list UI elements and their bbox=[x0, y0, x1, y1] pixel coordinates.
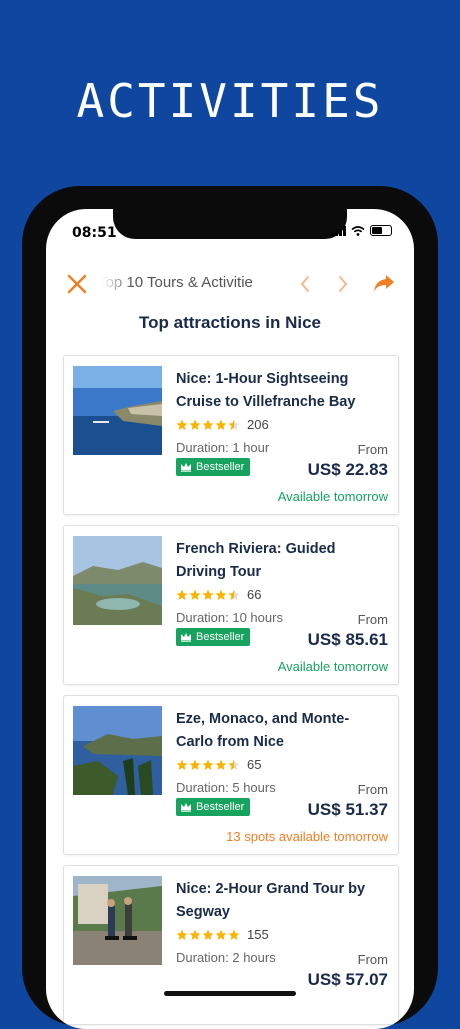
bestseller-badge: Bestseller bbox=[176, 628, 251, 646]
rating: 155 bbox=[176, 927, 269, 942]
star-rating bbox=[176, 419, 240, 431]
nav-title-fade-left bbox=[102, 265, 132, 305]
star-icon bbox=[202, 929, 214, 940]
star-icon bbox=[228, 929, 240, 940]
half-star-icon bbox=[228, 589, 240, 600]
price-from-label: From bbox=[357, 782, 388, 797]
star-icon bbox=[176, 759, 188, 770]
star-rating bbox=[176, 759, 240, 771]
star-rating bbox=[176, 589, 240, 601]
star-icon bbox=[202, 419, 214, 430]
chevron-right-icon[interactable] bbox=[336, 274, 350, 294]
rating: 65 bbox=[176, 757, 261, 772]
star-icon bbox=[189, 759, 201, 770]
activity-thumbnail bbox=[73, 876, 162, 965]
star-icon bbox=[202, 759, 214, 770]
activity-thumbnail bbox=[73, 536, 162, 625]
star-icon bbox=[215, 759, 227, 770]
activity-card[interactable]: Nice: 2-Hour Grand Tour by Segway 155 Du… bbox=[63, 865, 399, 1025]
rating: 206 bbox=[176, 417, 269, 432]
price-from-label: From bbox=[357, 612, 388, 627]
duration: Duration: 2 hours bbox=[176, 950, 276, 965]
price-from-label: From bbox=[357, 952, 388, 967]
phone-screen: 08:51 : Top 10 Tours & Activitie Top att… bbox=[46, 209, 414, 1029]
activity-title: Eze, Monaco, and Monte-Carlo from Nice bbox=[176, 711, 350, 750]
star-icon bbox=[215, 929, 227, 940]
bestseller-badge: Bestseller bbox=[176, 798, 251, 816]
navbar: : Top 10 Tours & Activitie bbox=[46, 265, 414, 305]
star-icon bbox=[176, 929, 188, 940]
rating: 66 bbox=[176, 587, 261, 602]
half-star-icon bbox=[228, 759, 240, 770]
activity-card[interactable]: French Riviera: Guided Driving Tour 66 D… bbox=[63, 525, 399, 685]
page-title: Top attractions in Nice bbox=[139, 313, 321, 332]
activity-thumbnail bbox=[73, 366, 162, 455]
headline: ACTIVITIES bbox=[76, 74, 384, 128]
crown-icon bbox=[181, 633, 191, 642]
price: US$ 51.37 bbox=[307, 800, 388, 819]
activity-title: Nice: 2-Hour Grand Tour by Segway bbox=[176, 881, 366, 920]
bestseller-badge: Bestseller bbox=[176, 458, 251, 476]
star-icon bbox=[176, 419, 188, 430]
activity-title: Nice: 1-Hour Sightseeing Cruise to Ville… bbox=[176, 371, 356, 410]
activity-card[interactable]: Eze, Monaco, and Monte-Carlo from Nice 6… bbox=[63, 695, 399, 855]
badge-label: Bestseller bbox=[196, 801, 245, 813]
review-count: 155 bbox=[247, 927, 269, 942]
price: US$ 22.83 bbox=[307, 460, 388, 479]
wifi-icon bbox=[351, 225, 365, 236]
price: US$ 85.61 bbox=[307, 630, 388, 649]
crown-icon bbox=[181, 803, 191, 812]
star-icon bbox=[215, 589, 227, 600]
star-icon bbox=[189, 589, 201, 600]
notch bbox=[113, 209, 347, 239]
half-star-icon bbox=[228, 419, 240, 430]
availability: 13 spots available tomorrow bbox=[226, 829, 388, 844]
status-time: 08:51 bbox=[72, 225, 117, 241]
activity-title: French Riviera: Guided Driving Tour bbox=[176, 541, 336, 580]
availability: Available tomorrow bbox=[277, 659, 388, 674]
star-icon bbox=[215, 419, 227, 430]
battery-icon bbox=[370, 225, 392, 236]
duration: Duration: 5 hours bbox=[176, 780, 276, 795]
activity-card[interactable]: Nice: 1-Hour Sightseeing Cruise to Ville… bbox=[63, 355, 399, 515]
share-icon[interactable] bbox=[372, 272, 396, 294]
review-count: 66 bbox=[247, 587, 262, 602]
star-icon bbox=[189, 419, 201, 430]
review-count: 65 bbox=[247, 757, 262, 772]
close-icon[interactable] bbox=[66, 273, 88, 295]
review-count: 206 bbox=[247, 417, 269, 432]
badge-label: Bestseller bbox=[196, 461, 245, 473]
price-from-label: From bbox=[357, 442, 388, 457]
nav-title-fade-right bbox=[258, 265, 284, 305]
duration: Duration: 10 hours bbox=[176, 610, 283, 625]
status-icons bbox=[331, 225, 392, 236]
availability: Available tomorrow bbox=[277, 489, 388, 504]
activity-thumbnail bbox=[73, 706, 162, 795]
home-indicator bbox=[164, 991, 296, 996]
star-icon bbox=[176, 589, 188, 600]
badge-label: Bestseller bbox=[196, 631, 245, 643]
price: US$ 57.07 bbox=[307, 970, 388, 989]
star-icon bbox=[202, 589, 214, 600]
star-rating bbox=[176, 929, 240, 941]
crown-icon bbox=[181, 463, 191, 472]
activity-list: Nice: 1-Hour Sightseeing Cruise to Ville… bbox=[63, 355, 399, 1029]
chevron-left-icon[interactable] bbox=[298, 274, 312, 294]
duration: Duration: 1 hour bbox=[176, 440, 270, 455]
signal-icon bbox=[331, 225, 346, 236]
star-icon bbox=[189, 929, 201, 940]
